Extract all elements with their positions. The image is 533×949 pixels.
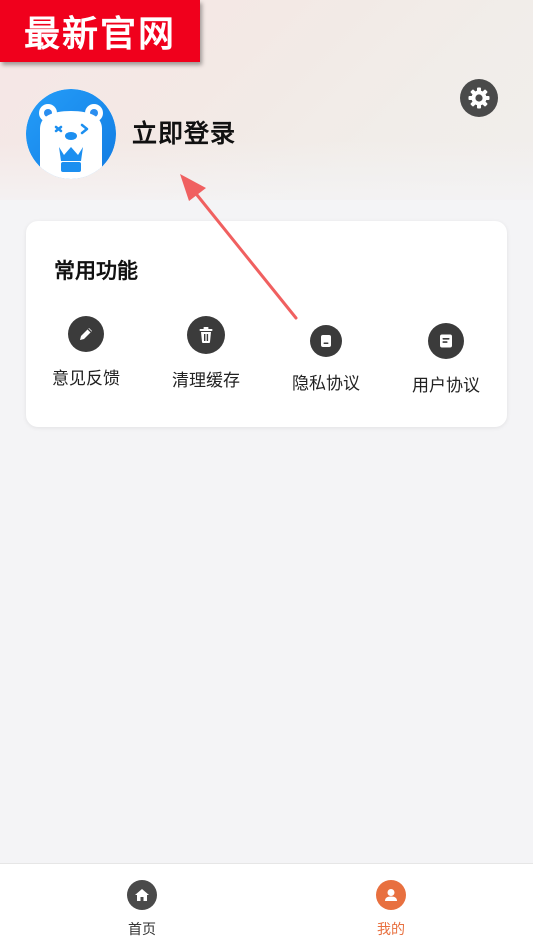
- privacy-policy-label: 隐私协议: [292, 374, 360, 394]
- card-title: 常用功能: [54, 259, 138, 283]
- common-functions-card: 常用功能 意见反馈 清理缓存 隐私协议 用户协议: [26, 221, 507, 427]
- home-icon: [127, 880, 157, 910]
- privacy-policy-button[interactable]: 隐私协议: [266, 325, 386, 394]
- tab-home-label: 首页: [128, 922, 156, 938]
- login-link[interactable]: 立即登录: [132, 114, 236, 150]
- clear-cache-label: 清理缓存: [172, 371, 240, 391]
- user-icon: [376, 880, 406, 910]
- bottom-tab-bar: 首页 我的: [0, 863, 533, 949]
- tab-home[interactable]: 首页: [92, 880, 192, 939]
- bear-logo-icon: [26, 89, 116, 179]
- watermark-banner: 最新官网: [0, 0, 200, 62]
- avatar[interactable]: [26, 89, 116, 179]
- user-agreement-label: 用户协议: [412, 376, 480, 396]
- gear-icon: [468, 87, 490, 109]
- user-agreement-button[interactable]: 用户协议: [386, 323, 506, 396]
- feedback-button[interactable]: 意见反馈: [26, 316, 146, 389]
- clear-cache-button[interactable]: 清理缓存: [146, 316, 266, 391]
- note-icon: [428, 323, 464, 359]
- settings-button[interactable]: [460, 79, 498, 117]
- trash-icon: [187, 316, 225, 354]
- document-icon: [310, 325, 342, 357]
- watermark-text: 最新官网: [23, 14, 176, 55]
- feedback-label: 意见反馈: [52, 369, 120, 389]
- tab-mine[interactable]: 我的: [341, 880, 441, 939]
- tab-mine-label: 我的: [377, 922, 405, 938]
- pencil-icon: [68, 316, 104, 352]
